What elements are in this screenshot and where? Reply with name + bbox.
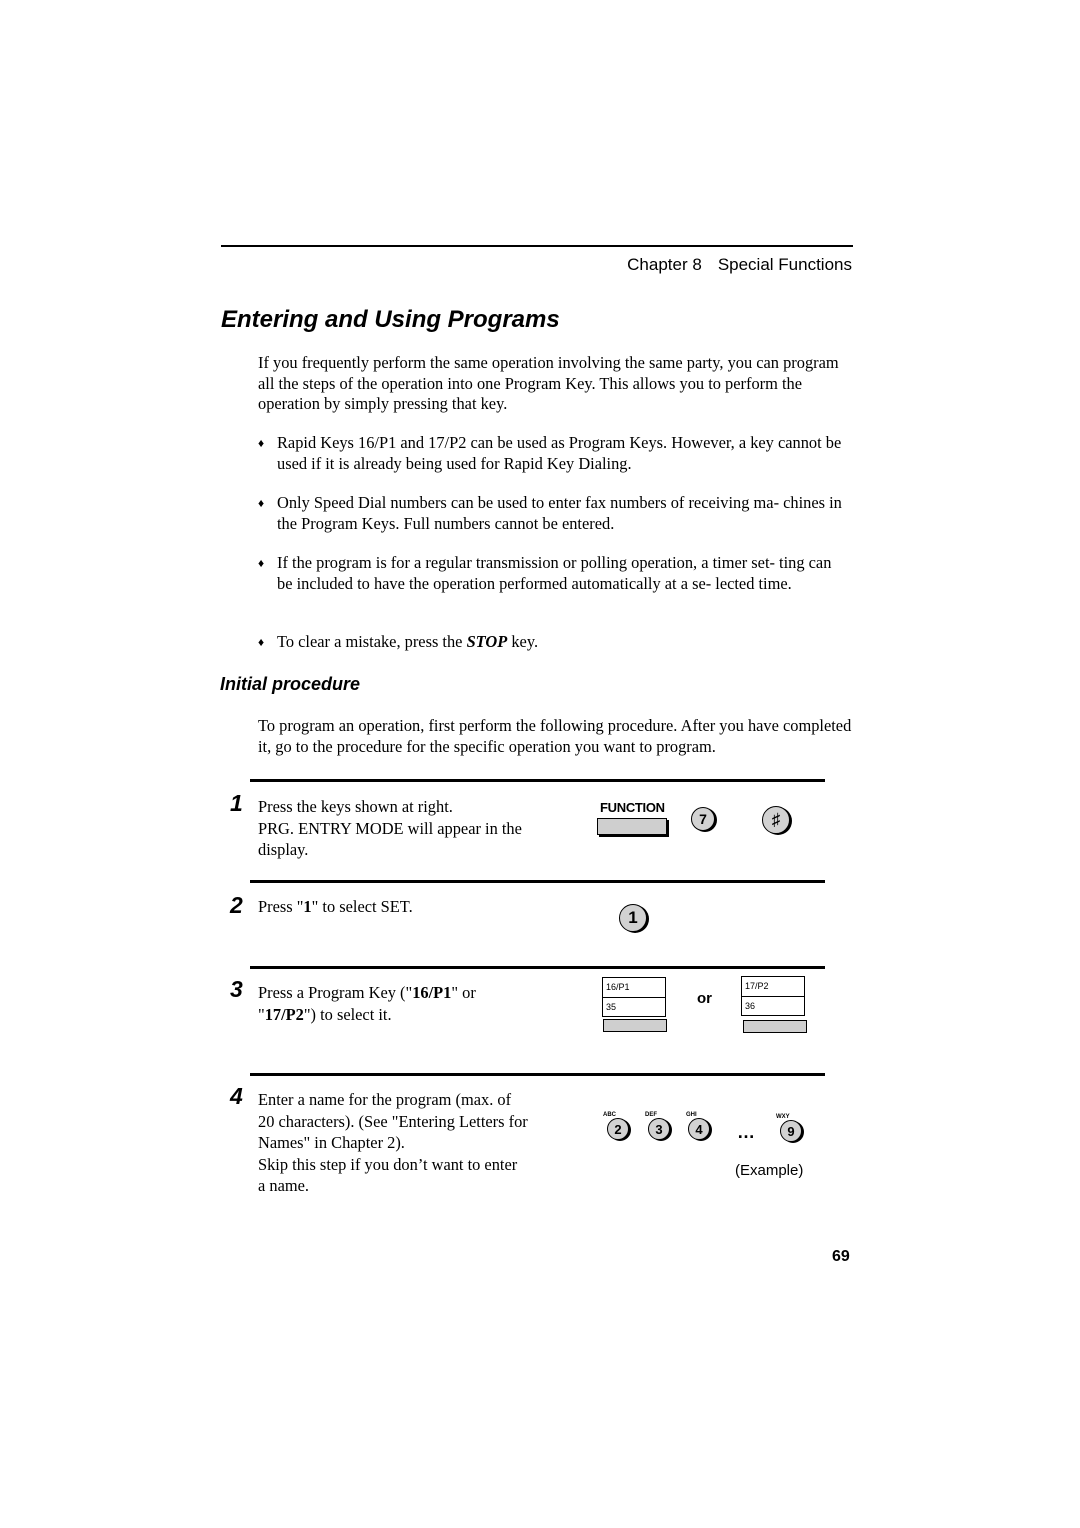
step-divider — [250, 966, 825, 969]
subsection-intro: To program an operation, first perform t… — [258, 716, 852, 756]
section-label: Special Functions — [717, 255, 852, 274]
program-key-p1-card: 16/P1 35 — [602, 977, 666, 1017]
program-key-p1[interactable] — [603, 1019, 667, 1032]
step-number: 4 — [230, 1083, 243, 1109]
hash-key[interactable]: ♯ — [762, 806, 790, 834]
or-label: or — [697, 990, 712, 1007]
diamond-bullet-icon: ♦ — [258, 496, 265, 510]
step-1-text: Press the keys shown at right. PRG. ENTR… — [258, 797, 522, 859]
running-head: Chapter 8 Special Functions — [627, 255, 852, 275]
stop-key-name: STOP — [466, 632, 508, 651]
step-number: 1 — [230, 790, 243, 816]
key-4[interactable]: 4 — [688, 1118, 710, 1140]
subsection-title: Initial procedure — [220, 674, 361, 694]
step-2-text: Press "1" to select SET. — [258, 897, 413, 916]
key-9[interactable]: 9 — [780, 1120, 802, 1142]
example-caption: (Example) — [735, 1162, 804, 1179]
key-2[interactable]: 2 — [607, 1118, 629, 1140]
diamond-bullet-icon: ♦ — [258, 556, 265, 570]
diamond-bullet-icon: ♦ — [258, 635, 265, 649]
step-divider — [250, 880, 825, 883]
step-divider — [250, 779, 825, 782]
key-3[interactable]: 3 — [648, 1118, 670, 1140]
header-rule — [221, 245, 853, 247]
program-key-p2[interactable] — [743, 1020, 807, 1033]
bullet-item: ♦ Rapid Keys 16/P1 and 17/P2 can be used… — [258, 433, 842, 473]
bullet-item: ♦ To clear a mistake, press the STOP key… — [258, 632, 539, 651]
step-3-text: Press a Program Key ("16/P1" or "17/P2")… — [258, 983, 476, 1024]
p2-label: 17/P2 — [745, 981, 769, 991]
step-4-text: Enter a name for the program (max. of 20… — [258, 1090, 528, 1195]
p1-rapid-number: 35 — [603, 997, 665, 1016]
function-key[interactable] — [597, 818, 667, 835]
bullet-item: ♦ If the program is for a regular transm… — [258, 553, 832, 593]
key-9-letters: WXY — [776, 1114, 790, 1120]
bullet-item: ♦ Only Speed Dial numbers can be used to… — [258, 493, 842, 533]
page-title: Entering and Using Programs — [221, 306, 560, 333]
intro-paragraph: If you frequently perform the same opera… — [258, 353, 839, 414]
chapter-label: Chapter 8 — [627, 255, 702, 274]
page-number: 69 — [832, 1248, 850, 1265]
p1-label: 16/P1 — [606, 982, 630, 992]
key-1[interactable]: 1 — [619, 904, 647, 932]
function-key-label: FUNCTION — [600, 800, 665, 815]
ellipsis: … — [737, 1122, 756, 1142]
key-7[interactable]: 7 — [691, 807, 715, 831]
key-3-letters: DEF — [645, 1112, 657, 1118]
key-2-letters: ABC — [603, 1112, 616, 1118]
p2-rapid-number: 36 — [742, 996, 804, 1015]
step-number: 3 — [230, 976, 243, 1002]
key-4-letters: GHI — [686, 1112, 697, 1118]
step-divider — [250, 1073, 825, 1076]
step-number: 2 — [230, 892, 243, 918]
diamond-bullet-icon: ♦ — [258, 436, 265, 450]
program-key-p2-card: 17/P2 36 — [741, 976, 805, 1016]
